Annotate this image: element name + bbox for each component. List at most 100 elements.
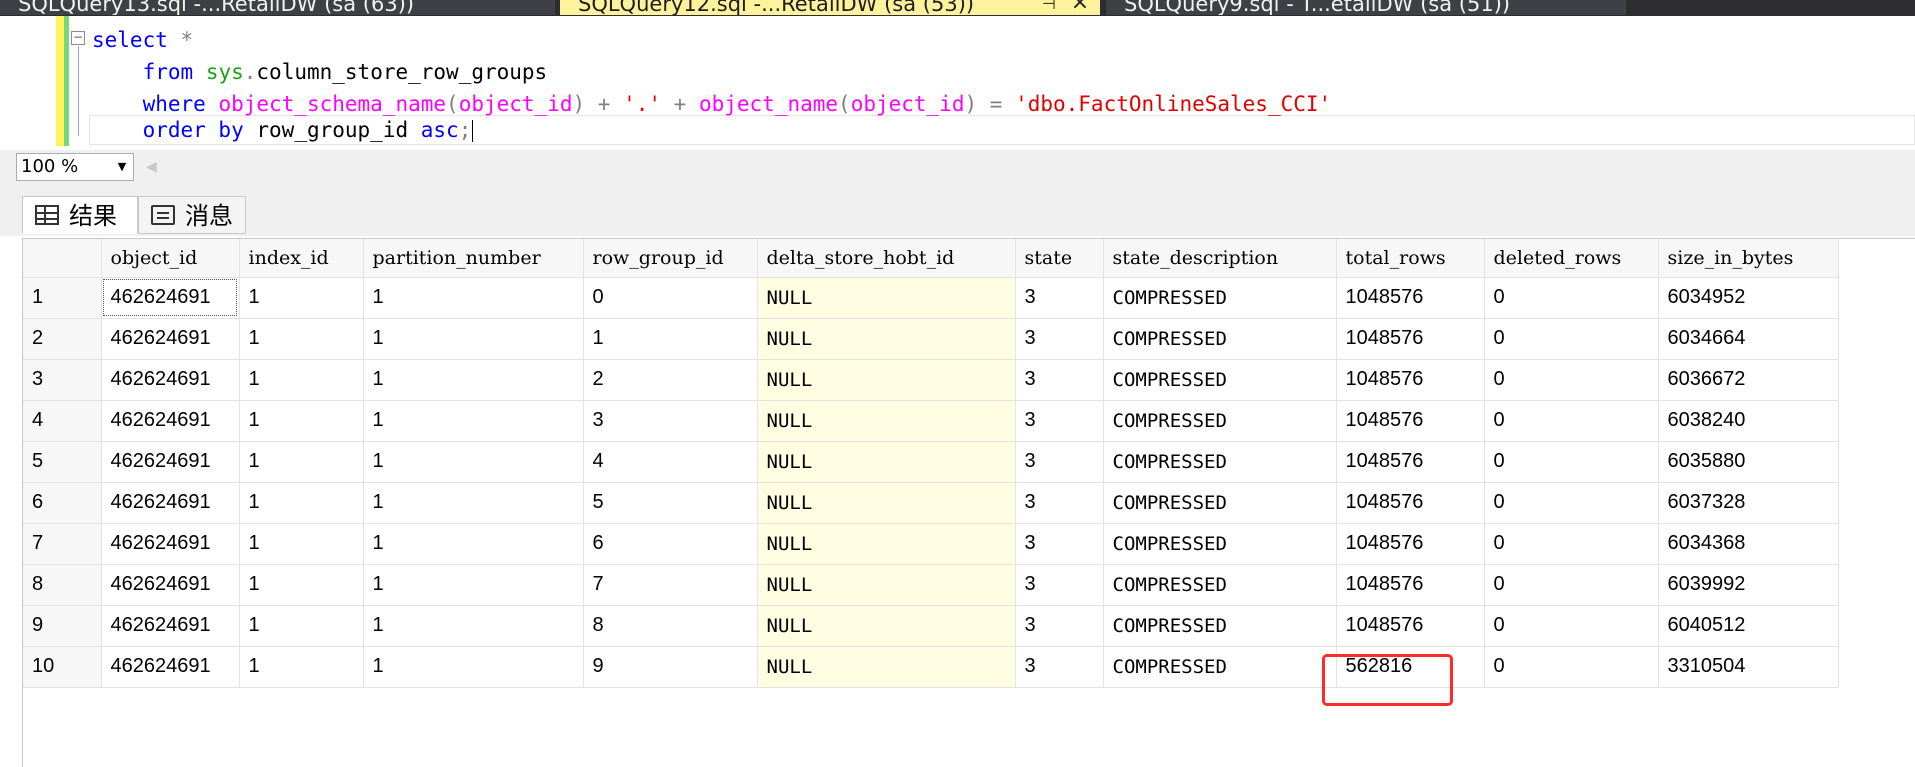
tab-sqlquery12[interactable]: SQLQuery12.sql -...RetailDW (sa (53)) ⊣ … bbox=[560, 0, 1100, 15]
row-number[interactable]: 5 bbox=[23, 441, 102, 483]
grid-cell[interactable]: 3 bbox=[1015, 441, 1104, 483]
grid-cell[interactable]: 3 bbox=[1015, 482, 1104, 524]
grid-cell[interactable]: 462624691 bbox=[101, 605, 240, 647]
grid-cell[interactable]: 5 bbox=[583, 482, 758, 524]
grid-cell[interactable]: 3 bbox=[1015, 277, 1104, 319]
grid-cell[interactable]: 1 bbox=[239, 441, 364, 483]
pin-icon[interactable]: ⊣ bbox=[1042, 0, 1056, 15]
grid-cell-total-rows-highlighted[interactable]: 562816 bbox=[1336, 646, 1485, 688]
grid-cell[interactable]: 0 bbox=[1484, 277, 1659, 319]
grid-cell[interactable]: 1 bbox=[363, 564, 584, 606]
grid-cell[interactable]: NULL bbox=[757, 359, 1016, 401]
row-number[interactable]: 3 bbox=[23, 359, 102, 401]
grid-cell[interactable]: 3310504 bbox=[1658, 646, 1839, 688]
chevron-down-icon[interactable]: ▼ bbox=[114, 154, 130, 180]
tab-sqlquery9[interactable]: SQLQuery9.sql - T...etailDW (sa (51)) bbox=[1106, 0, 1626, 15]
grid-cell[interactable]: COMPRESSED bbox=[1103, 646, 1337, 688]
grid-cell[interactable]: 9 bbox=[583, 646, 758, 688]
column-header[interactable]: delta_store_hobt_id bbox=[757, 239, 1016, 278]
grid-cell[interactable]: 2 bbox=[583, 359, 758, 401]
grid-cell[interactable]: 6038240 bbox=[1658, 400, 1839, 442]
grid-cell[interactable]: 1 bbox=[239, 277, 364, 319]
grid-cell[interactable]: 0 bbox=[1484, 605, 1659, 647]
grid-cell[interactable]: 1 bbox=[363, 605, 584, 647]
grid-cell[interactable]: 6034368 bbox=[1658, 523, 1839, 565]
grid-cell[interactable]: COMPRESSED bbox=[1103, 400, 1337, 442]
grid-cell[interactable]: 0 bbox=[1484, 441, 1659, 483]
grid-cell[interactable]: 462624691 bbox=[101, 441, 240, 483]
grid-cell[interactable]: COMPRESSED bbox=[1103, 482, 1337, 524]
grid-cell[interactable]: NULL bbox=[757, 277, 1016, 319]
sql-editor[interactable]: − select * from sys.column_store_row_gro… bbox=[0, 16, 1915, 149]
grid-cell[interactable]: 3 bbox=[1015, 359, 1104, 401]
grid-cell[interactable]: NULL bbox=[757, 482, 1016, 524]
grid-cell[interactable]: 0 bbox=[1484, 400, 1659, 442]
grid-cell[interactable]: 0 bbox=[1484, 523, 1659, 565]
grid-cell[interactable]: 462624691 bbox=[101, 564, 240, 606]
column-header[interactable]: deleted_rows bbox=[1484, 239, 1659, 278]
grid-cell[interactable]: 6034952 bbox=[1658, 277, 1839, 319]
row-number[interactable]: 4 bbox=[23, 400, 102, 442]
grid-cell[interactable]: 1048576 bbox=[1336, 359, 1485, 401]
grid-cell[interactable]: 1 bbox=[239, 564, 364, 606]
grid-cell[interactable]: 6037328 bbox=[1658, 482, 1839, 524]
grid-cell[interactable]: 1048576 bbox=[1336, 318, 1485, 360]
scroll-left-icon[interactable]: ◀ bbox=[146, 155, 158, 179]
tab-messages[interactable]: 消息 bbox=[138, 196, 246, 234]
row-number[interactable]: 7 bbox=[23, 523, 102, 565]
grid-cell[interactable]: 462624691 bbox=[101, 646, 240, 688]
row-number[interactable]: 8 bbox=[23, 564, 102, 606]
grid-cell[interactable]: 462624691 bbox=[101, 277, 240, 319]
grid-cell[interactable]: 0 bbox=[1484, 318, 1659, 360]
grid-cell[interactable]: 7 bbox=[583, 564, 758, 606]
grid-cell[interactable]: 3 bbox=[1015, 318, 1104, 360]
grid-cell[interactable]: 3 bbox=[1015, 605, 1104, 647]
grid-cell[interactable]: 1 bbox=[239, 400, 364, 442]
row-number[interactable]: 9 bbox=[23, 605, 102, 647]
grid-cell[interactable]: COMPRESSED bbox=[1103, 359, 1337, 401]
grid-cell[interactable]: 462624691 bbox=[101, 523, 240, 565]
grid-cell[interactable]: NULL bbox=[757, 318, 1016, 360]
grid-cell[interactable]: 462624691 bbox=[101, 318, 240, 360]
grid-cell[interactable]: 1 bbox=[239, 523, 364, 565]
grid-cell[interactable]: 3 bbox=[1015, 646, 1104, 688]
zoom-dropdown[interactable]: 100 % ▼ bbox=[16, 153, 134, 181]
tab-results[interactable]: 结果 bbox=[22, 196, 138, 234]
grid-cell[interactable]: 0 bbox=[1484, 359, 1659, 401]
column-header[interactable]: state_description bbox=[1103, 239, 1337, 278]
grid-cell[interactable]: NULL bbox=[757, 441, 1016, 483]
grid-cell[interactable]: NULL bbox=[757, 564, 1016, 606]
grid-cell[interactable]: 1 bbox=[239, 482, 364, 524]
grid-cell[interactable]: 3 bbox=[1015, 400, 1104, 442]
grid-cell[interactable]: 8 bbox=[583, 605, 758, 647]
row-number[interactable]: 10 bbox=[23, 646, 102, 688]
grid-cell[interactable]: 1048576 bbox=[1336, 523, 1485, 565]
grid-cell[interactable]: 1 bbox=[363, 400, 584, 442]
grid-cell[interactable]: 1 bbox=[363, 318, 584, 360]
grid-cell[interactable]: 6036672 bbox=[1658, 359, 1839, 401]
grid-cell[interactable]: 0 bbox=[1484, 564, 1659, 606]
collapse-toggle-icon[interactable]: − bbox=[71, 31, 85, 45]
grid-cell[interactable]: 1 bbox=[363, 277, 584, 319]
grid-cell[interactable]: 3 bbox=[1015, 523, 1104, 565]
results-grid[interactable]: object_id index_id partition_number row_… bbox=[22, 238, 1915, 767]
grid-cell[interactable]: 1 bbox=[583, 318, 758, 360]
column-header[interactable]: row_group_id bbox=[583, 239, 758, 278]
grid-cell[interactable]: COMPRESSED bbox=[1103, 318, 1337, 360]
grid-cell[interactable]: 6040512 bbox=[1658, 605, 1839, 647]
column-header[interactable]: object_id bbox=[101, 239, 240, 278]
grid-cell[interactable]: 6035880 bbox=[1658, 441, 1839, 483]
close-icon[interactable]: × bbox=[1070, 0, 1090, 15]
row-number[interactable]: 2 bbox=[23, 318, 102, 360]
grid-cell[interactable]: 462624691 bbox=[101, 359, 240, 401]
grid-cell[interactable]: NULL bbox=[757, 400, 1016, 442]
grid-cell[interactable]: 1 bbox=[363, 523, 584, 565]
row-number[interactable]: 6 bbox=[23, 482, 102, 524]
grid-cell[interactable]: 0 bbox=[1484, 482, 1659, 524]
grid-cell[interactable]: 3 bbox=[1015, 564, 1104, 606]
grid-cell[interactable]: 1048576 bbox=[1336, 441, 1485, 483]
grid-cell[interactable]: 1 bbox=[239, 359, 364, 401]
column-header[interactable]: total_rows bbox=[1336, 239, 1485, 278]
grid-cell[interactable]: 1 bbox=[239, 318, 364, 360]
row-number[interactable]: 1 bbox=[23, 277, 102, 319]
